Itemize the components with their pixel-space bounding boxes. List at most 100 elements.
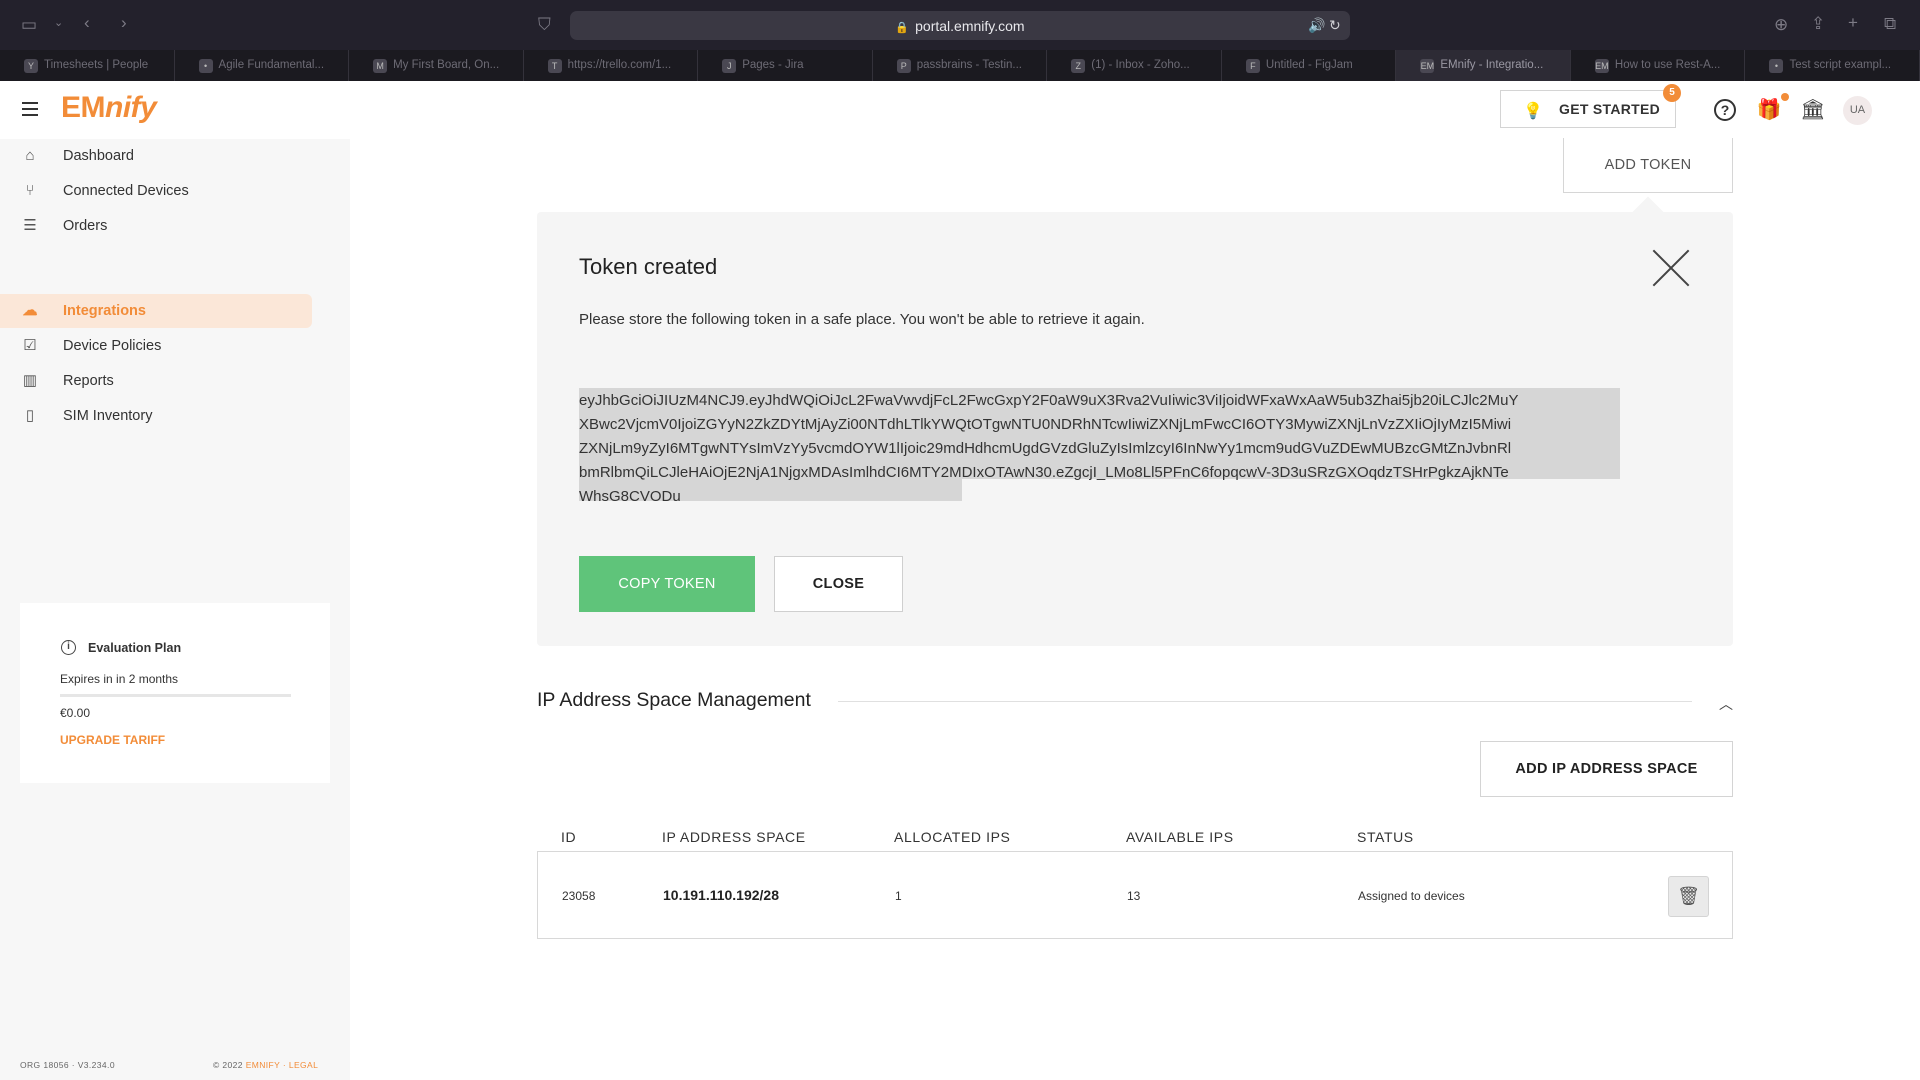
help-icon[interactable]: ? — [1714, 99, 1736, 121]
cloud-icon: ☁ — [22, 302, 38, 319]
share-icon[interactable]: ⇪ — [1811, 15, 1825, 32]
cell-ip-space: 10.191.110.192/28 — [663, 887, 780, 903]
tab-favicon-icon: T — [547, 59, 562, 73]
notification-badge: 5 — [1663, 84, 1681, 102]
app-header: EMnify 💡 GET STARTED 5 ? 🎁 🏛 UA — [0, 81, 1920, 139]
bank-icon[interactable]: 🏛 — [1800, 97, 1826, 123]
tab-favicon-icon: Z — [1071, 59, 1086, 73]
browser-tab-active[interactable]: EM EMnify - Integratio... — [1396, 50, 1571, 81]
network-icon: ⑂ — [25, 182, 35, 199]
plan-price: €0.00 — [60, 706, 91, 720]
browser-tab[interactable]: EM How to use Rest-A... — [1571, 50, 1746, 81]
divider — [838, 701, 1692, 702]
sidebar-item-orders[interactable]: ☰ Orders — [0, 209, 312, 243]
tab-favicon-icon: M — [373, 59, 388, 73]
tab-overview-icon[interactable]: ⧉ — [1884, 15, 1896, 32]
url-text: 🔒 portal.emnify.com — [895, 18, 1025, 34]
sidebar-item-integrations[interactable]: ☁ Integrations — [0, 294, 312, 328]
forward-icon[interactable]: › — [121, 14, 127, 31]
browser-tab[interactable]: Thttps://trello.com/1... — [524, 50, 699, 81]
add-token-button[interactable]: ADD TOKEN — [1563, 138, 1733, 193]
cell-status: Assigned to devices — [1358, 889, 1465, 903]
browser-tab[interactable]: • Test script exampl... — [1745, 50, 1920, 81]
address-bar[interactable]: 🔒 portal.emnify.com 🔊 ↻ — [570, 11, 1350, 40]
plan-expiry: Expires in in 2 months — [60, 672, 179, 686]
close-icon[interactable] — [1650, 247, 1692, 289]
lock-icon: 🔒 — [895, 22, 910, 34]
sim-icon: ▯ — [25, 407, 35, 424]
token-value[interactable]: eyJhbGciOiJIUzM4NCJ9.eyJhdWQiOiJcL2FwaVw… — [579, 389, 1519, 509]
gift-icon[interactable]: 🎁 — [1756, 97, 1782, 123]
close-button[interactable]: CLOSE — [774, 556, 903, 612]
cell-id: 23058 — [562, 889, 596, 903]
table-row: 23058 10.191.110.192/28 1 13 Assigned to… — [537, 851, 1733, 939]
add-ip-address-space-button[interactable]: ADD IP ADDRESS SPACE — [1480, 741, 1733, 797]
plan-title: Evaluation Plan — [88, 641, 182, 655]
browser-tab[interactable]: Z (1) - Inbox - Zoho... — [1047, 50, 1222, 81]
token-panel-title: Token created — [579, 254, 718, 279]
sidebar: ⌂ Dashboard ⑂ Connected Devices ☰ Orders ☁ I… — [0, 139, 350, 1080]
legal-link[interactable]: LEGAL — [289, 1060, 318, 1070]
info-icon: i — [61, 640, 76, 655]
checkbox-icon: ☑ — [23, 337, 37, 354]
tab-favicon-icon: Y — [24, 59, 38, 73]
browser-tab[interactable]: M My First Board, On... — [349, 50, 524, 81]
chevron-up-icon[interactable]: ︿ — [1716, 694, 1736, 712]
column-header-id: ID — [561, 829, 577, 845]
new-tab-icon[interactable]: + — [1848, 14, 1858, 31]
browser-tab[interactable]: Ppassbrains - Testin... — [873, 50, 1048, 81]
org-version: ORG 18056 · V3.234.0 — [20, 1060, 115, 1070]
sidebar-item-device-policies[interactable]: ☑ Device Policies — [0, 329, 312, 363]
tab-favicon-icon: EM — [1594, 59, 1609, 73]
home-icon: ⌂ — [25, 147, 35, 164]
sidebar-item-sim-inventory[interactable]: ▯ SIM Inventory — [0, 399, 312, 433]
tab-favicon-icon: F — [1245, 59, 1260, 73]
tab-strip: Y Timesheets | People • Agile Fundamental.… — [0, 50, 1920, 81]
tab-favicon-icon: EM — [1420, 59, 1435, 73]
tab-favicon-icon: J — [722, 59, 737, 73]
browser-tab[interactable]: Y Timesheets | People — [0, 50, 175, 81]
column-header-allocated: ALLOCATED IPS — [894, 829, 1011, 845]
ip-section-title: IP Address Space Management — [537, 689, 811, 711]
copy-token-button[interactable]: COPY TOKEN — [579, 556, 755, 612]
sidebar-toggle-icon[interactable]: ▭ — [21, 16, 37, 33]
tab-favicon-icon: P — [896, 59, 911, 73]
browser-tab[interactable]: F Untitled - FigJam — [1222, 50, 1397, 81]
browser-tab[interactable]: • Agile Fundamental... — [175, 50, 350, 81]
gift-notification-dot — [1781, 93, 1789, 101]
lightbulb-icon: 💡 — [1523, 103, 1544, 120]
menu-icon[interactable] — [22, 102, 38, 116]
plan-progress-bar — [60, 694, 291, 697]
sidebar-item-dashboard[interactable]: ⌂ Dashboard — [0, 139, 312, 173]
emnify-logo[interactable]: EMnify — [61, 91, 157, 125]
token-created-panel: Token created Please store the following… — [537, 212, 1733, 646]
plan-card: i Evaluation Plan Expires in in 2 months… — [20, 603, 330, 783]
tab-favicon-icon: • — [1769, 59, 1784, 73]
back-icon[interactable]: ‹ — [84, 14, 90, 31]
cell-available: 13 — [1127, 889, 1141, 903]
token-description: Please store the following token in a sa… — [579, 311, 1145, 328]
emnify-link[interactable]: EMNIFY — [246, 1060, 280, 1070]
chart-icon: ▥ — [22, 372, 38, 389]
delete-button[interactable]: 🗑 — [1668, 876, 1709, 917]
sidebar-item-connected-devices[interactable]: ⑂ Connected Devices — [0, 174, 312, 208]
footer-legal: © 2022 EMNIFY · LEGAL — [213, 1060, 319, 1070]
trash-icon: 🗑 — [1677, 886, 1700, 906]
column-header-status: STATUS — [1357, 829, 1414, 845]
column-header-ip-space: IP ADDRESS SPACE — [662, 829, 806, 845]
browser-tab[interactable]: J Pages - Jira — [698, 50, 873, 81]
tab-favicon-icon: • — [198, 59, 213, 73]
chevron-down-icon[interactable]: ⌄ — [54, 18, 63, 29]
download-icon[interactable]: ⊕ — [1774, 16, 1788, 33]
upgrade-tariff-link[interactable]: UPGRADE TARIFF — [60, 733, 165, 747]
reload-icon[interactable]: ↻ — [1329, 17, 1341, 34]
speaker-icon[interactable]: 🔊 — [1308, 17, 1325, 34]
cell-allocated: 1 — [895, 889, 902, 903]
get-started-button[interactable]: 💡 GET STARTED — [1500, 90, 1676, 128]
sidebar-item-reports[interactable]: ▥ Reports — [0, 364, 312, 398]
avatar[interactable]: UA — [1843, 96, 1872, 125]
browser-toolbar: ▭ ⌄ ‹ › ⛉ 🔒 portal.emnify.com 🔊 ↻ ⊕ ⇪ + ⧉ — [0, 0, 1920, 50]
shield-icon[interactable]: ⛉ — [538, 16, 551, 33]
orders-icon: ☰ — [23, 217, 37, 234]
column-header-available: AVAILABLE IPS — [1126, 829, 1234, 845]
